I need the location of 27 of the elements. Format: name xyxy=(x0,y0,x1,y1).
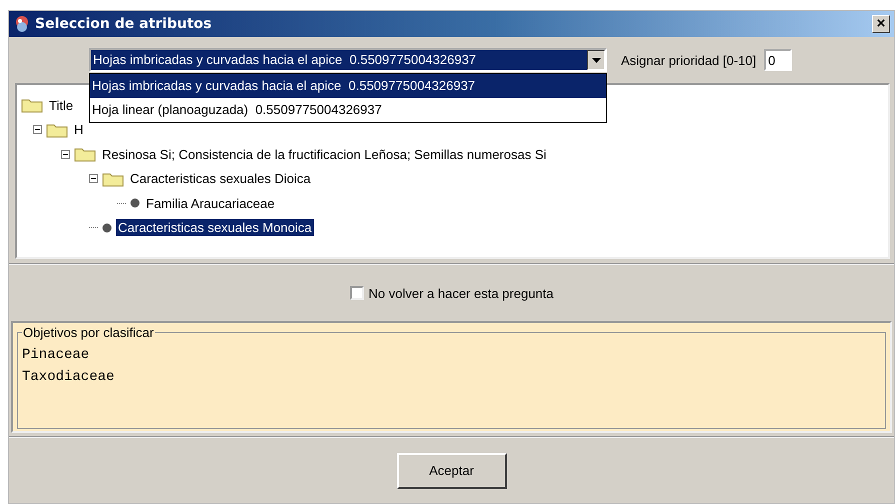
attribute-dropdown[interactable]: Hojas imbricadas y curvadas hacia el apice 0.5509775004326937 xyxy=(89,48,607,72)
objectives-title: Objetivos por clasificar xyxy=(22,325,155,340)
collapse-icon[interactable] xyxy=(89,174,98,184)
window-title: Seleccion de atributos xyxy=(35,16,213,32)
priority-field[interactable]: 0 xyxy=(764,49,792,71)
app-icon xyxy=(13,15,31,33)
collapse-icon[interactable] xyxy=(33,125,42,134)
leaf-icon xyxy=(130,198,140,208)
tree-item[interactable]: Title xyxy=(47,96,76,114)
leaf-icon xyxy=(102,222,112,233)
dont-ask-checkbox[interactable]: No volver a hacer esta pregunta xyxy=(350,286,554,300)
accept-button[interactable]: Aceptar xyxy=(396,452,506,488)
tree-item[interactable]: Familia Araucariaceae xyxy=(144,194,277,212)
priority-label: Asignar prioridad [0-10] xyxy=(621,52,756,68)
folder-icon xyxy=(74,146,96,162)
dropdown-option[interactable]: Hojas imbricadas y curvadas hacia el apice 0.5509775004326937 xyxy=(90,74,606,98)
dropdown-option[interactable]: Hoja linear (planoaguzada) 0.5509775004326937 xyxy=(90,98,606,122)
folder-icon xyxy=(102,170,124,187)
objective-item: Pinaceae xyxy=(22,346,90,365)
tree-item[interactable]: Caracteristicas sexuales Dioica xyxy=(128,170,313,188)
folder-icon xyxy=(46,122,68,138)
tree-item[interactable]: Caracteristicas sexuales Monoica xyxy=(116,219,314,236)
close-button[interactable]: × xyxy=(872,15,890,33)
collapse-icon[interactable] xyxy=(61,150,70,159)
tree-item[interactable]: H xyxy=(72,121,86,138)
objective-item: Taxodiaceae xyxy=(22,368,116,387)
tree-item[interactable]: Resinosa Si; Consistencia de la fructificacion Leñosa; Semillas numerosas Si xyxy=(100,146,548,163)
